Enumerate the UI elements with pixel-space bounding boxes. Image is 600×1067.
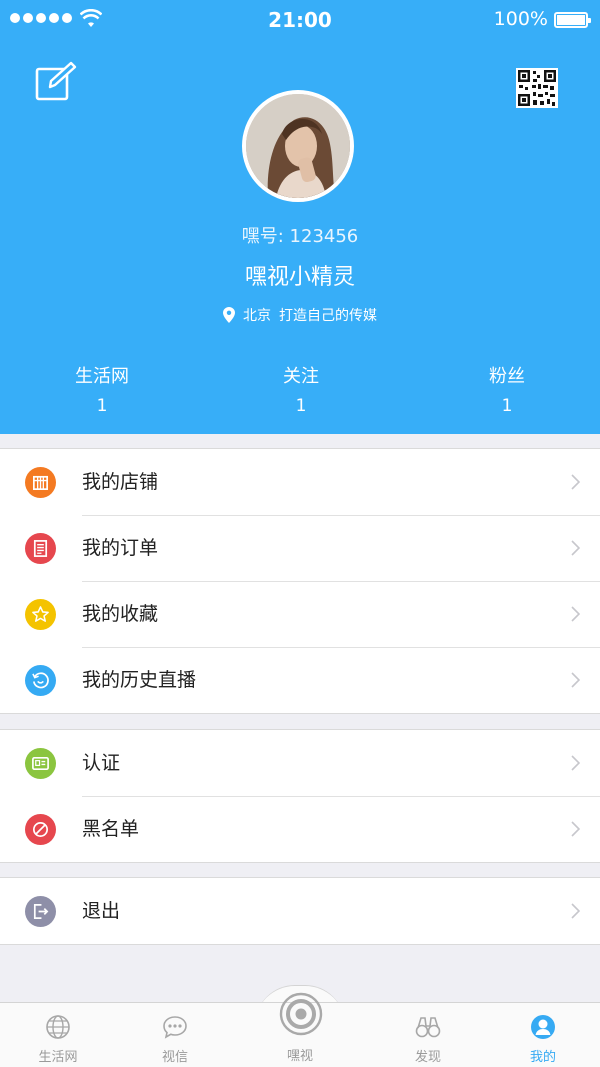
chat-icon: [163, 1016, 187, 1039]
chevron-right-icon: [571, 540, 580, 556]
user-icon: [531, 1015, 555, 1039]
menu-item-my-store[interactable]: 我的店铺: [0, 449, 600, 515]
stat-label: 生活网: [75, 366, 129, 387]
stat-life-network[interactable]: 生活网 1: [27, 362, 177, 416]
tab-label: 我的: [529, 1050, 556, 1065]
menu-group-personal: 我的店铺 我的订单 我的收藏 我的历史直播: [0, 448, 600, 714]
menu-item-my-orders[interactable]: 我的订单: [0, 515, 600, 581]
tab-life-network[interactable]: 生活网: [18, 1013, 98, 1065]
tab-heishi[interactable]: 嘿视: [260, 1040, 340, 1064]
menu-label: 黑名单: [82, 818, 140, 840]
menu-item-my-favorites[interactable]: 我的收藏: [0, 581, 600, 647]
stat-value: 1: [295, 396, 307, 416]
stat-followers[interactable]: 粉丝 1: [432, 362, 582, 416]
battery-percent: 100%: [493, 8, 548, 30]
tab-messages[interactable]: 视信: [135, 1013, 215, 1065]
stat-label: 粉丝: [489, 366, 525, 387]
tab-label: 生活网: [38, 1050, 78, 1065]
history-icon: [25, 665, 56, 696]
menu-label: 我的店铺: [82, 471, 159, 493]
menu-item-live-history[interactable]: 我的历史直播: [0, 647, 600, 713]
chevron-right-icon: [571, 903, 580, 919]
stat-value: 1: [501, 396, 513, 416]
location-pin-icon: [223, 307, 235, 323]
stats-row: 生活网 1 关注 1 粉丝 1: [0, 362, 600, 422]
nickname: 嘿视小精灵: [244, 265, 355, 290]
signature: 打造自己的传媒: [279, 308, 377, 324]
tab-label: 发现: [414, 1050, 441, 1065]
menu-item-verification[interactable]: 认证: [0, 730, 600, 796]
menu-item-logout[interactable]: 退出: [0, 878, 600, 944]
stat-following[interactable]: 关注 1: [226, 362, 376, 416]
menu-label: 认证: [82, 752, 121, 774]
qr-code-icon[interactable]: [516, 68, 558, 108]
chevron-right-icon: [571, 821, 580, 837]
location-city: 北京: [243, 308, 271, 324]
avatar[interactable]: [242, 90, 354, 202]
tab-label: 嘿视: [286, 1049, 313, 1064]
location-line: 北京 打造自己的传媒: [0, 305, 600, 325]
store-icon: [25, 467, 56, 498]
menu-item-blacklist[interactable]: 黑名单: [0, 796, 600, 862]
menu-label: 我的订单: [82, 537, 159, 559]
chevron-right-icon: [571, 672, 580, 688]
status-bar: 21:00 100%: [0, 0, 600, 40]
tab-discover[interactable]: 发现: [388, 1013, 468, 1065]
block-icon: [25, 814, 56, 845]
avatar-photo: [246, 94, 350, 198]
stat-label: 关注: [283, 366, 319, 387]
globe-icon: [46, 1015, 70, 1039]
menu-label: 退出: [82, 900, 121, 922]
chevron-right-icon: [571, 755, 580, 771]
menu-group-account: 认证 黑名单: [0, 729, 600, 863]
id-card-icon: [25, 748, 56, 779]
tab-mine[interactable]: 我的: [503, 1013, 583, 1065]
chevron-right-icon: [571, 474, 580, 490]
binoculars-icon: [415, 1017, 441, 1038]
user-id: 嘿号: 123456: [241, 226, 359, 247]
battery-icon: [554, 12, 591, 28]
chevron-right-icon: [571, 606, 580, 622]
star-icon: [25, 599, 56, 630]
tab-label: 视信: [161, 1050, 188, 1065]
camera-icon[interactable]: [279, 992, 323, 1036]
edit-icon[interactable]: [34, 60, 78, 104]
menu-label: 我的历史直播: [82, 669, 197, 691]
menu-label: 我的收藏: [82, 603, 159, 625]
order-icon: [25, 533, 56, 564]
menu-group-exit: 退出: [0, 877, 600, 945]
stat-value: 1: [96, 396, 108, 416]
logout-icon: [25, 896, 56, 927]
profile-header: 21:00 100% 嘿号: 123456 嘿视小精灵 北京 打造自己的传媒 生…: [0, 0, 600, 434]
